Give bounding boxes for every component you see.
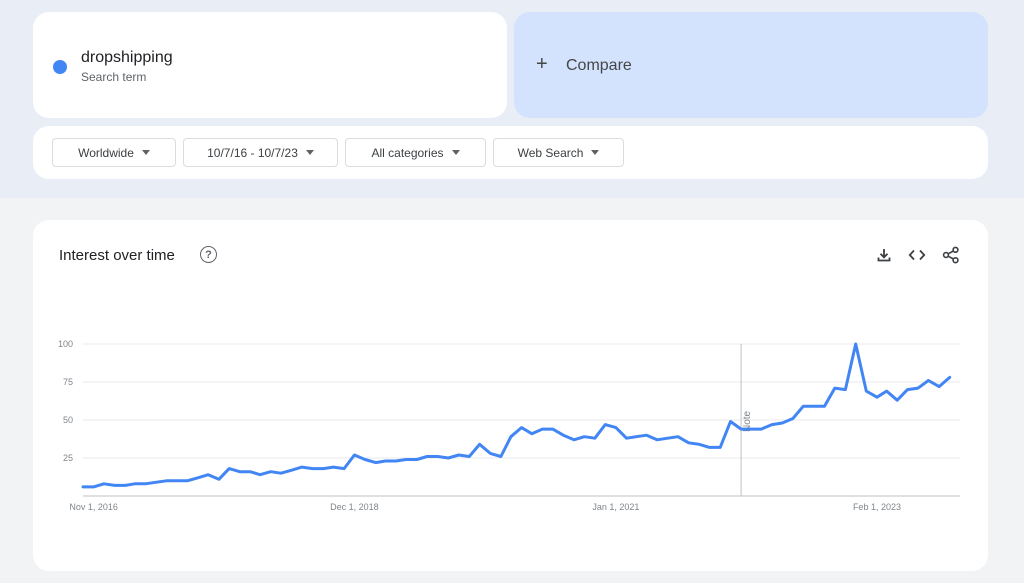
x-tick-label: Nov 1, 2016 bbox=[69, 502, 118, 512]
search-term-label[interactable]: dropshipping bbox=[81, 49, 173, 67]
y-tick-label: 100 bbox=[58, 339, 73, 349]
date-range-label: 10/7/16 - 10/7/23 bbox=[207, 145, 298, 160]
x-tick-label: Dec 1, 2018 bbox=[330, 502, 379, 512]
plus-icon: + bbox=[536, 53, 548, 75]
search-term-card[interactable]: dropshipping Search term bbox=[33, 12, 507, 118]
y-tick-label: 25 bbox=[63, 453, 73, 463]
search-type-filter[interactable]: Web Search bbox=[493, 138, 624, 167]
x-tick-label: Feb 1, 2023 bbox=[853, 502, 901, 512]
chevron-down-icon bbox=[305, 150, 314, 155]
chevron-down-icon bbox=[591, 150, 600, 155]
region-filter-label: Worldwide bbox=[78, 145, 134, 160]
interest-over-time-card: Interest over time ? 25 50 75 100 Nov 1, 201… bbox=[33, 220, 988, 571]
series-color-dot bbox=[53, 60, 67, 74]
filters-bar: Worldwide 10/7/16 - 10/7/23 All categori… bbox=[33, 126, 988, 179]
series-line-dropshipping bbox=[81, 342, 952, 489]
line-chart: 25 50 75 100 Nov 1, 2016 Dec 1, 2018 Jan 1, 20… bbox=[58, 339, 960, 512]
y-tick-label: 75 bbox=[63, 377, 73, 387]
region-filter[interactable]: Worldwide bbox=[52, 138, 176, 167]
search-term-sublabel: Search term bbox=[81, 70, 147, 84]
y-tick-label: 50 bbox=[63, 415, 73, 425]
category-filter-label: All categories bbox=[371, 145, 444, 160]
date-range-filter[interactable]: 10/7/16 - 10/7/23 bbox=[183, 138, 338, 167]
search-type-label: Web Search bbox=[517, 145, 584, 160]
compare-button[interactable]: + Compare bbox=[514, 12, 988, 118]
category-filter[interactable]: All categories bbox=[345, 138, 486, 167]
chevron-down-icon bbox=[451, 150, 460, 155]
chevron-down-icon bbox=[141, 150, 150, 155]
compare-label: Compare bbox=[566, 57, 632, 74]
x-tick-label: Jan 1, 2021 bbox=[592, 502, 639, 512]
